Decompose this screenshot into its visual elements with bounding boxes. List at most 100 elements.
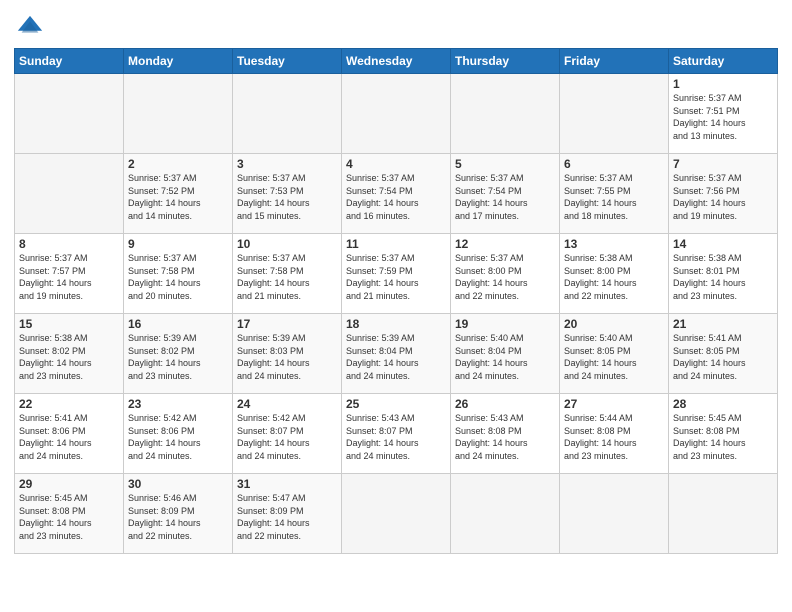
calendar-cell: 30 Sunrise: 5:46 AMSunset: 8:09 PMDaylig… — [124, 474, 233, 554]
calendar-cell — [342, 474, 451, 554]
day-info: Sunrise: 5:45 AMSunset: 8:08 PMDaylight:… — [673, 413, 746, 461]
calendar-cell: 16 Sunrise: 5:39 AMSunset: 8:02 PMDaylig… — [124, 314, 233, 394]
calendar-cell: 6 Sunrise: 5:37 AMSunset: 7:55 PMDayligh… — [560, 154, 669, 234]
calendar-body: 1 Sunrise: 5:37 AMSunset: 7:51 PMDayligh… — [15, 74, 778, 554]
day-number: 29 — [19, 477, 119, 491]
calendar-cell: 7 Sunrise: 5:37 AMSunset: 7:56 PMDayligh… — [669, 154, 778, 234]
day-number: 13 — [564, 237, 664, 251]
day-number: 28 — [673, 397, 773, 411]
day-info: Sunrise: 5:37 AMSunset: 7:54 PMDaylight:… — [346, 173, 419, 221]
day-number: 24 — [237, 397, 337, 411]
day-number: 11 — [346, 237, 446, 251]
calendar-cell: 14 Sunrise: 5:38 AMSunset: 8:01 PMDaylig… — [669, 234, 778, 314]
header-cell-wednesday: Wednesday — [342, 49, 451, 74]
calendar-cell: 22 Sunrise: 5:41 AMSunset: 8:06 PMDaylig… — [15, 394, 124, 474]
day-number: 7 — [673, 157, 773, 171]
day-info: Sunrise: 5:38 AMSunset: 8:01 PMDaylight:… — [673, 253, 746, 301]
header-cell-friday: Friday — [560, 49, 669, 74]
day-number: 16 — [128, 317, 228, 331]
calendar-cell: 17 Sunrise: 5:39 AMSunset: 8:03 PMDaylig… — [233, 314, 342, 394]
header-cell-sunday: Sunday — [15, 49, 124, 74]
calendar-cell: 25 Sunrise: 5:43 AMSunset: 8:07 PMDaylig… — [342, 394, 451, 474]
week-row-1: 1 Sunrise: 5:37 AMSunset: 7:51 PMDayligh… — [15, 74, 778, 154]
day-info: Sunrise: 5:45 AMSunset: 8:08 PMDaylight:… — [19, 493, 92, 541]
calendar-cell — [560, 74, 669, 154]
day-number: 10 — [237, 237, 337, 251]
day-number: 15 — [19, 317, 119, 331]
day-number: 8 — [19, 237, 119, 251]
day-info: Sunrise: 5:42 AMSunset: 8:07 PMDaylight:… — [237, 413, 310, 461]
calendar-cell: 23 Sunrise: 5:42 AMSunset: 8:06 PMDaylig… — [124, 394, 233, 474]
day-info: Sunrise: 5:38 AMSunset: 8:02 PMDaylight:… — [19, 333, 92, 381]
day-info: Sunrise: 5:41 AMSunset: 8:06 PMDaylight:… — [19, 413, 92, 461]
calendar-cell — [669, 474, 778, 554]
day-info: Sunrise: 5:37 AMSunset: 7:51 PMDaylight:… — [673, 93, 746, 141]
day-info: Sunrise: 5:41 AMSunset: 8:05 PMDaylight:… — [673, 333, 746, 381]
calendar-cell: 10 Sunrise: 5:37 AMSunset: 7:58 PMDaylig… — [233, 234, 342, 314]
day-number: 31 — [237, 477, 337, 491]
day-number: 21 — [673, 317, 773, 331]
day-number: 17 — [237, 317, 337, 331]
day-info: Sunrise: 5:40 AMSunset: 8:05 PMDaylight:… — [564, 333, 637, 381]
day-info: Sunrise: 5:39 AMSunset: 8:04 PMDaylight:… — [346, 333, 419, 381]
day-info: Sunrise: 5:37 AMSunset: 7:58 PMDaylight:… — [237, 253, 310, 301]
calendar-cell: 2 Sunrise: 5:37 AMSunset: 7:52 PMDayligh… — [124, 154, 233, 234]
week-row-3: 8 Sunrise: 5:37 AMSunset: 7:57 PMDayligh… — [15, 234, 778, 314]
header — [14, 10, 778, 42]
calendar-cell: 5 Sunrise: 5:37 AMSunset: 7:54 PMDayligh… — [451, 154, 560, 234]
day-info: Sunrise: 5:37 AMSunset: 7:57 PMDaylight:… — [19, 253, 92, 301]
header-cell-tuesday: Tuesday — [233, 49, 342, 74]
day-info: Sunrise: 5:38 AMSunset: 8:00 PMDaylight:… — [564, 253, 637, 301]
header-cell-saturday: Saturday — [669, 49, 778, 74]
calendar-header: SundayMondayTuesdayWednesdayThursdayFrid… — [15, 49, 778, 74]
day-info: Sunrise: 5:39 AMSunset: 8:02 PMDaylight:… — [128, 333, 201, 381]
day-info: Sunrise: 5:37 AMSunset: 8:00 PMDaylight:… — [455, 253, 528, 301]
day-number: 9 — [128, 237, 228, 251]
day-number: 5 — [455, 157, 555, 171]
day-info: Sunrise: 5:46 AMSunset: 8:09 PMDaylight:… — [128, 493, 201, 541]
calendar-cell: 27 Sunrise: 5:44 AMSunset: 8:08 PMDaylig… — [560, 394, 669, 474]
day-number: 1 — [673, 77, 773, 91]
day-info: Sunrise: 5:43 AMSunset: 8:08 PMDaylight:… — [455, 413, 528, 461]
calendar-cell: 13 Sunrise: 5:38 AMSunset: 8:00 PMDaylig… — [560, 234, 669, 314]
header-cell-monday: Monday — [124, 49, 233, 74]
logo-icon — [16, 14, 44, 42]
day-info: Sunrise: 5:37 AMSunset: 7:56 PMDaylight:… — [673, 173, 746, 221]
day-number: 25 — [346, 397, 446, 411]
calendar-cell: 28 Sunrise: 5:45 AMSunset: 8:08 PMDaylig… — [669, 394, 778, 474]
calendar-cell: 31 Sunrise: 5:47 AMSunset: 8:09 PMDaylig… — [233, 474, 342, 554]
logo — [14, 14, 44, 42]
header-cell-thursday: Thursday — [451, 49, 560, 74]
week-row-6: 29 Sunrise: 5:45 AMSunset: 8:08 PMDaylig… — [15, 474, 778, 554]
day-number: 27 — [564, 397, 664, 411]
calendar-cell: 11 Sunrise: 5:37 AMSunset: 7:59 PMDaylig… — [342, 234, 451, 314]
day-info: Sunrise: 5:37 AMSunset: 7:54 PMDaylight:… — [455, 173, 528, 221]
page: SundayMondayTuesdayWednesdayThursdayFrid… — [0, 0, 792, 564]
calendar-cell: 21 Sunrise: 5:41 AMSunset: 8:05 PMDaylig… — [669, 314, 778, 394]
calendar-cell — [15, 154, 124, 234]
calendar-cell — [233, 74, 342, 154]
calendar-cell: 29 Sunrise: 5:45 AMSunset: 8:08 PMDaylig… — [15, 474, 124, 554]
calendar-cell: 12 Sunrise: 5:37 AMSunset: 8:00 PMDaylig… — [451, 234, 560, 314]
day-info: Sunrise: 5:47 AMSunset: 8:09 PMDaylight:… — [237, 493, 310, 541]
day-info: Sunrise: 5:37 AMSunset: 7:59 PMDaylight:… — [346, 253, 419, 301]
day-number: 23 — [128, 397, 228, 411]
day-info: Sunrise: 5:40 AMSunset: 8:04 PMDaylight:… — [455, 333, 528, 381]
day-number: 26 — [455, 397, 555, 411]
calendar-cell — [15, 74, 124, 154]
calendar-cell — [124, 74, 233, 154]
calendar-cell: 15 Sunrise: 5:38 AMSunset: 8:02 PMDaylig… — [15, 314, 124, 394]
calendar-cell — [451, 74, 560, 154]
calendar-cell: 8 Sunrise: 5:37 AMSunset: 7:57 PMDayligh… — [15, 234, 124, 314]
calendar-table: SundayMondayTuesdayWednesdayThursdayFrid… — [14, 48, 778, 554]
day-number: 19 — [455, 317, 555, 331]
day-info: Sunrise: 5:42 AMSunset: 8:06 PMDaylight:… — [128, 413, 201, 461]
day-info: Sunrise: 5:39 AMSunset: 8:03 PMDaylight:… — [237, 333, 310, 381]
calendar-cell: 4 Sunrise: 5:37 AMSunset: 7:54 PMDayligh… — [342, 154, 451, 234]
week-row-4: 15 Sunrise: 5:38 AMSunset: 8:02 PMDaylig… — [15, 314, 778, 394]
day-number: 3 — [237, 157, 337, 171]
calendar-cell — [342, 74, 451, 154]
calendar-cell: 19 Sunrise: 5:40 AMSunset: 8:04 PMDaylig… — [451, 314, 560, 394]
week-row-5: 22 Sunrise: 5:41 AMSunset: 8:06 PMDaylig… — [15, 394, 778, 474]
day-info: Sunrise: 5:37 AMSunset: 7:53 PMDaylight:… — [237, 173, 310, 221]
